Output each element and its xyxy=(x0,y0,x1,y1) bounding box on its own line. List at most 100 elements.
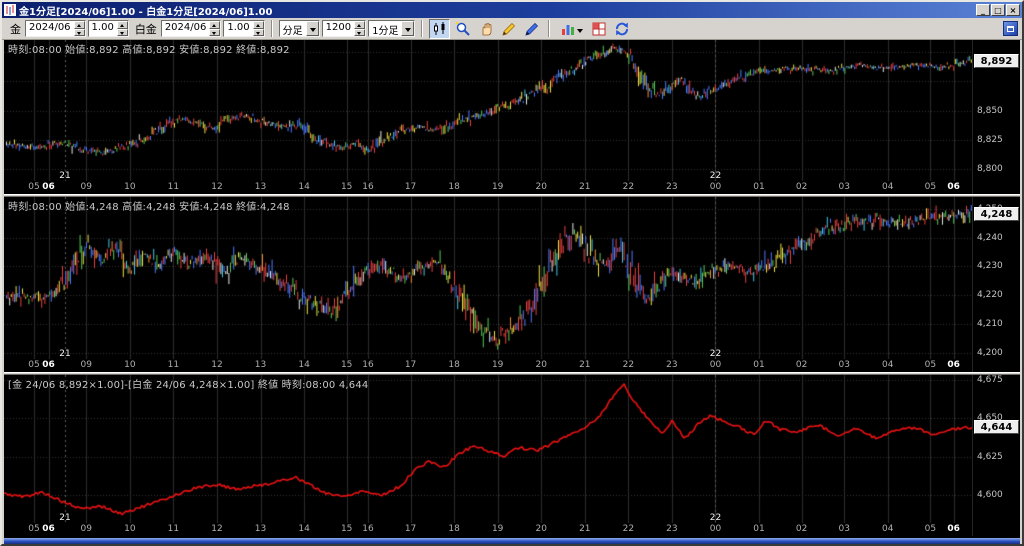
spread-price-scale[interactable]: 4,644 4,6754,6504,6254,600 xyxy=(972,375,1020,536)
candlestick-chart-button[interactable] xyxy=(429,19,450,39)
time-label: 20 xyxy=(536,524,547,534)
gold-label: 金 xyxy=(10,21,21,37)
spin-down[interactable] xyxy=(74,29,85,37)
spin-up[interactable] xyxy=(209,21,220,29)
pen-icon xyxy=(524,21,540,37)
restore-icon xyxy=(1007,26,1014,32)
platinum-price-scale[interactable]: 4,248 4,2504,2404,2304,2204,2104,200 xyxy=(972,197,1020,372)
grid-layout-button[interactable] xyxy=(588,19,609,39)
platinum-month-spinner[interactable]: 2024/06 xyxy=(161,20,222,37)
window-controls: _ □ × xyxy=(976,4,1020,16)
date-marker: 22 xyxy=(710,171,721,181)
bar-count-spin-buttons[interactable] xyxy=(354,21,365,36)
spin-down[interactable] xyxy=(354,29,365,37)
gold-ratio-spinner[interactable]: 1.00 xyxy=(88,20,129,37)
price-tick-label: 8,800 xyxy=(977,164,1003,174)
time-label: 20 xyxy=(536,182,547,192)
price-tick-label: 8,850 xyxy=(977,106,1003,116)
timeframe-dropdown[interactable]: 1分足 xyxy=(368,20,415,37)
gold-month-spin-buttons[interactable] xyxy=(74,21,85,36)
time-label: 03 xyxy=(838,524,849,534)
spin-up[interactable] xyxy=(117,21,128,29)
platinum-ratio-spin-buttons[interactable] xyxy=(253,21,264,36)
time-label: 10 xyxy=(124,360,135,370)
spread-line-canvas[interactable] xyxy=(4,375,972,523)
refresh-button[interactable] xyxy=(611,19,632,39)
gold-chart-panel: 時刻:08:00 始値:8,892 高値:8,892 安値:8,892 終値:8… xyxy=(4,40,1020,194)
bar-type-dropdown[interactable]: 分足 xyxy=(279,20,320,37)
platinum-plot[interactable]: 時刻:08:00 始値:4,248 高値:4,248 安値:4,248 終値:4… xyxy=(4,197,972,372)
zoom-button[interactable] xyxy=(452,19,473,39)
chart-type-dropdown-button[interactable] xyxy=(556,19,586,39)
time-label: 18 xyxy=(448,182,459,192)
date-marker: 22 xyxy=(710,349,721,359)
dropdown-arrow-icon[interactable] xyxy=(401,21,414,36)
gold-plot[interactable]: 時刻:08:00 始値:8,892 高値:8,892 安値:8,892 終値:8… xyxy=(4,40,972,194)
platinum-month-spin-buttons[interactable] xyxy=(209,21,220,36)
spin-up[interactable] xyxy=(354,21,365,29)
time-label: 03 xyxy=(838,360,849,370)
gold-month-value: 2024/06 xyxy=(26,21,74,36)
time-label: 13 xyxy=(255,360,266,370)
close-button[interactable]: × xyxy=(1006,4,1020,16)
time-label: 10 xyxy=(124,182,135,192)
time-label: 18 xyxy=(448,360,459,370)
time-label: 06 xyxy=(42,360,55,370)
time-label: 22 xyxy=(623,182,634,192)
spin-down[interactable] xyxy=(117,29,128,37)
titlebar[interactable]: 金1分足[2024/06]1.00 - 白金1分足[2024/06]1.00 _… xyxy=(2,2,1022,18)
maximize-button[interactable]: □ xyxy=(991,4,1005,16)
spread-price-badge: 4,644 xyxy=(974,420,1019,434)
gold-month-spinner[interactable]: 2024/06 xyxy=(25,20,86,37)
time-label: 00 xyxy=(710,524,721,534)
price-tick-label: 8,825 xyxy=(977,135,1003,145)
spin-up[interactable] xyxy=(253,21,264,29)
hand-button[interactable] xyxy=(475,19,496,39)
time-label: 04 xyxy=(882,182,893,192)
window-title: 金1分足[2024/06]1.00 - 白金1分足[2024/06]1.00 xyxy=(19,3,976,18)
time-label: 06 xyxy=(947,360,960,370)
timeframe-value: 1分足 xyxy=(369,21,401,36)
platinum-label: 白金 xyxy=(135,21,157,37)
dropdown-arrow-icon[interactable] xyxy=(306,21,319,36)
gold-ratio-spin-buttons[interactable] xyxy=(117,21,128,36)
platinum-ratio-spinner[interactable]: 1.00 xyxy=(223,20,264,37)
time-label: 00 xyxy=(710,182,721,192)
spin-down[interactable] xyxy=(209,29,220,37)
price-tick-label: 4,625 xyxy=(977,452,1003,462)
pen-button[interactable] xyxy=(521,19,542,39)
gold-price-badge: 8,892 xyxy=(974,54,1019,68)
gold-candlestick-canvas[interactable] xyxy=(4,40,972,181)
time-label: 23 xyxy=(666,360,677,370)
price-tick-label: 4,230 xyxy=(977,261,1003,271)
platinum-month-value: 2024/06 xyxy=(162,21,210,36)
time-label: 01 xyxy=(753,360,764,370)
time-label: 19 xyxy=(492,182,503,192)
platinum-candlestick-canvas[interactable] xyxy=(4,197,972,359)
spread-plot[interactable]: [金 24/06 8,892×1.00]-[白金 24/06 4,248×1.0… xyxy=(4,375,972,536)
time-label: 21 xyxy=(579,182,590,192)
time-label: 19 xyxy=(492,360,503,370)
time-label: 01 xyxy=(753,524,764,534)
minimize-button[interactable]: _ xyxy=(976,4,990,16)
time-label: 21 xyxy=(579,360,590,370)
time-label: 17 xyxy=(405,524,416,534)
spin-down[interactable] xyxy=(253,29,264,37)
spin-up[interactable] xyxy=(74,21,85,29)
gold-price-scale[interactable]: 8,892 8,850 8,825 8,800 xyxy=(972,40,1020,194)
price-tick-label: 4,240 xyxy=(977,233,1003,243)
bar-type-value: 分足 xyxy=(280,21,306,36)
time-label: 23 xyxy=(666,182,677,192)
platinum-chart-panel: 時刻:08:00 始値:4,248 高値:4,248 安値:4,248 終値:4… xyxy=(4,197,1020,372)
hand-icon xyxy=(478,21,494,37)
time-label: 16 xyxy=(362,360,373,370)
chevron-down-icon xyxy=(577,29,583,33)
pencil-button[interactable] xyxy=(498,19,519,39)
bar-chart-icon xyxy=(560,21,576,37)
time-label: 15 xyxy=(341,360,352,370)
time-label: 09 xyxy=(81,524,92,534)
pencil-icon xyxy=(501,21,517,37)
chart-window-button[interactable] xyxy=(1003,21,1018,36)
toolbar-separator xyxy=(271,20,273,37)
bar-count-spinner[interactable]: 1200 xyxy=(322,20,366,37)
